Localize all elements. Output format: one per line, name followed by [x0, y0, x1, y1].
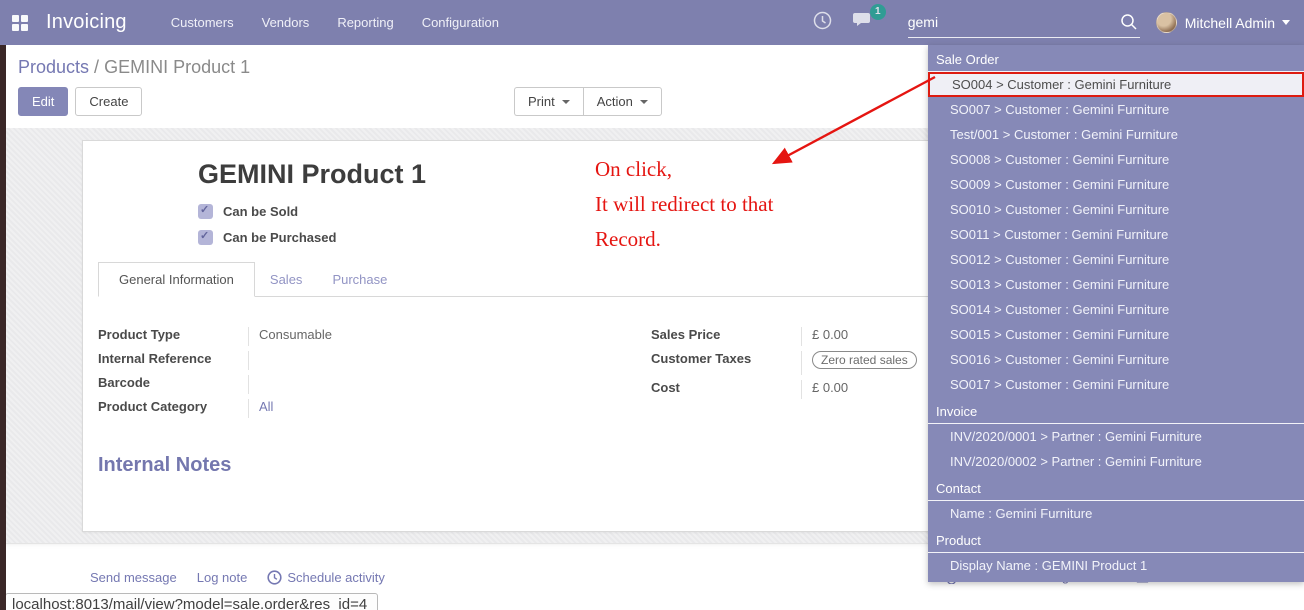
log-note-link[interactable]: Log note	[197, 570, 248, 585]
field-barcode: Barcode	[98, 375, 518, 394]
barcode-value	[248, 375, 518, 394]
field-internal-reference: Internal Reference	[98, 351, 518, 370]
field-product-type: Product Type Consumable	[98, 327, 518, 346]
search-result-so011[interactable]: SO011 > Customer : Gemini Furniture	[928, 222, 1304, 247]
search-result-so012[interactable]: SO012 > Customer : Gemini Furniture	[928, 247, 1304, 272]
schedule-activity-link[interactable]: Schedule activity	[267, 570, 385, 585]
apps-menu-button[interactable]	[0, 0, 40, 45]
apps-grid-icon	[12, 15, 28, 31]
menu-vendors[interactable]: Vendors	[262, 15, 310, 30]
search-result-so007[interactable]: SO007 > Customer : Gemini Furniture	[928, 97, 1304, 122]
section-header-product: Product	[928, 530, 1304, 553]
action-caret-down-icon	[640, 100, 648, 104]
search-result-inv-2020-0002[interactable]: INV/2020/0002 > Partner : Gemini Furnitu…	[928, 449, 1304, 474]
breadcrumb-separator: /	[89, 57, 104, 77]
section-product: Product Display Name : GEMINI Product 1	[928, 530, 1304, 578]
send-message-link[interactable]: Send message	[90, 570, 177, 585]
print-dropdown-button[interactable]: Print	[514, 87, 583, 116]
search-result-so008[interactable]: SO008 > Customer : Gemini Furniture	[928, 147, 1304, 172]
schedule-clock-icon	[267, 570, 282, 585]
section-contact: Contact Name : Gemini Furniture	[928, 478, 1304, 526]
search-result-so015[interactable]: SO015 > Customer : Gemini Furniture	[928, 322, 1304, 347]
user-caret-down-icon	[1282, 20, 1290, 25]
can-be-sold-label: Can be Sold	[223, 204, 298, 219]
user-avatar	[1156, 12, 1177, 33]
field-product-category: Product Category All	[98, 399, 518, 418]
edit-button[interactable]: Edit	[18, 87, 68, 116]
search-result-contact-gemini[interactable]: Name : Gemini Furniture	[928, 501, 1304, 526]
internal-reference-value	[248, 351, 518, 370]
breadcrumb-current: GEMINI Product 1	[104, 57, 250, 77]
top-menu-bar: Customers Vendors Reporting Configuratio…	[171, 15, 499, 30]
can-be-purchased-checkbox[interactable]	[198, 230, 213, 245]
menu-customers[interactable]: Customers	[171, 15, 234, 30]
annotation-line-2: It will redirect to that	[595, 187, 773, 222]
action-dropdown-button[interactable]: Action	[583, 87, 662, 116]
user-name: Mitchell Admin	[1185, 15, 1275, 31]
customer-tax-badge[interactable]: Zero rated sales	[812, 351, 917, 369]
menu-configuration[interactable]: Configuration	[422, 15, 499, 30]
search-result-inv-2020-0001[interactable]: INV/2020/0001 > Partner : Gemini Furnitu…	[928, 424, 1304, 449]
can-be-sold-checkbox[interactable]	[198, 204, 213, 219]
breadcrumb-products-link[interactable]: Products	[18, 57, 89, 77]
section-header-invoice: Invoice	[928, 401, 1304, 424]
user-menu[interactable]: Mitchell Admin	[1156, 12, 1290, 33]
section-header-sale-order: Sale Order	[928, 49, 1304, 72]
search-result-so014[interactable]: SO014 > Customer : Gemini Furniture	[928, 297, 1304, 322]
search-result-so017[interactable]: SO017 > Customer : Gemini Furniture	[928, 372, 1304, 397]
section-invoice: Invoice INV/2020/0001 > Partner : Gemini…	[928, 401, 1304, 474]
search-results-dropdown: Sale Order SO004 > Customer : Gemini Fur…	[928, 45, 1304, 582]
print-caret-down-icon	[562, 100, 570, 104]
breadcrumb: Products / GEMINI Product 1	[18, 57, 250, 78]
navbar-right-zone: 1 Mitchell Admin	[813, 0, 1304, 45]
activities-clock-icon[interactable]	[813, 11, 832, 35]
search-result-so010[interactable]: SO010 > Customer : Gemini Furniture	[928, 197, 1304, 222]
can-be-purchased-label: Can be Purchased	[223, 230, 336, 245]
field-group-left: Product Type Consumable Internal Referen…	[98, 327, 518, 423]
search-result-so016[interactable]: SO016 > Customer : Gemini Furniture	[928, 347, 1304, 372]
product-type-value: Consumable	[248, 327, 518, 346]
menu-reporting[interactable]: Reporting	[337, 15, 393, 30]
product-title: GEMINI Product 1	[198, 159, 426, 190]
section-sale-order: Sale Order SO004 > Customer : Gemini Fur…	[928, 49, 1304, 397]
create-button[interactable]: Create	[75, 87, 142, 116]
messages-count-badge: 1	[870, 4, 886, 20]
can-be-purchased-row: Can be Purchased	[198, 230, 336, 245]
internal-notes-heading: Internal Notes	[98, 454, 231, 477]
search-result-test001[interactable]: Test/001 > Customer : Gemini Furniture	[928, 122, 1304, 147]
annotation-line-1: On click,	[595, 152, 773, 187]
annotation-line-3: Record.	[595, 222, 773, 257]
search-result-so013[interactable]: SO013 > Customer : Gemini Furniture	[928, 272, 1304, 297]
search-result-so004[interactable]: SO004 > Customer : Gemini Furniture	[928, 72, 1304, 97]
odoo-window: Invoicing Customers Vendors Reporting Co…	[0, 0, 1304, 610]
search-icon[interactable]	[1120, 13, 1138, 31]
global-search-box	[908, 8, 1140, 38]
app-name[interactable]: Invoicing	[46, 11, 127, 34]
tab-general-information[interactable]: General Information	[98, 262, 255, 297]
search-result-product-gemini[interactable]: Display Name : GEMINI Product 1	[928, 553, 1304, 578]
section-header-contact: Contact	[928, 478, 1304, 501]
messages-icon[interactable]: 1	[852, 11, 874, 35]
tab-purchase[interactable]: Purchase	[317, 263, 402, 296]
background-window-edge	[0, 45, 6, 610]
global-search-input[interactable]	[908, 14, 1108, 30]
search-result-so009[interactable]: SO009 > Customer : Gemini Furniture	[928, 172, 1304, 197]
tutorial-annotation: On click, It will redirect to that Recor…	[595, 152, 773, 257]
status-bar-url: localhost:8013/mail/view?model=sale.orde…	[5, 593, 378, 610]
can-be-sold-row: Can be Sold	[198, 204, 298, 219]
tab-sales[interactable]: Sales	[255, 263, 318, 296]
product-category-link[interactable]: All	[248, 399, 518, 418]
top-navbar: Invoicing Customers Vendors Reporting Co…	[0, 0, 1304, 45]
